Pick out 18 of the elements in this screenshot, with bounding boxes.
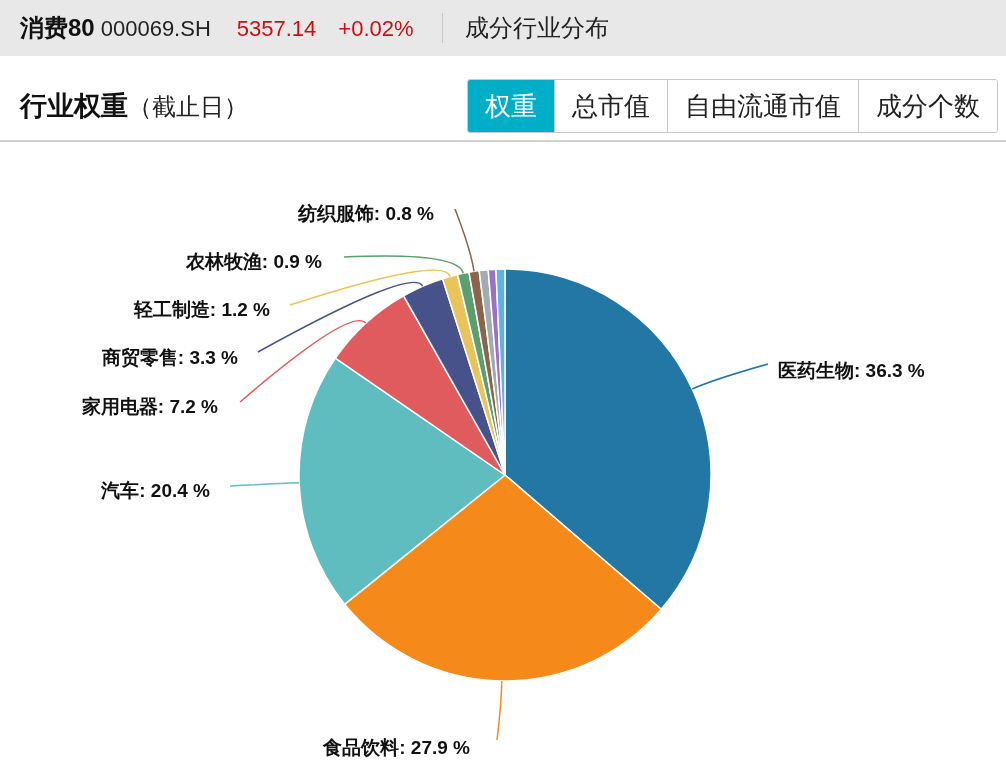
tab[interactable]: 成分个数 <box>858 80 997 132</box>
slice-label: 商贸零售: 3.3 % <box>101 347 238 368</box>
slice-label: 食品饮料: 27.9 % <box>323 737 470 758</box>
slice-label: 轻工制造: 1.2 % <box>133 299 270 320</box>
section-note: （截止日） <box>128 91 248 122</box>
leader-line <box>496 680 503 741</box>
slice-label: 汽车: 20.4 % <box>101 480 210 501</box>
slice-label: 农林牧渔: 0.9 % <box>185 251 322 272</box>
slice-label: 医药生物: 36.3 % <box>778 360 925 381</box>
price-change: +0.02% <box>338 14 414 43</box>
leader-line <box>229 482 300 487</box>
section-title: 行业权重 <box>20 89 128 123</box>
index-price: 5357.14 <box>236 14 317 43</box>
slice-label: 家用电器: 7.2 % <box>81 396 218 417</box>
page-title: 成分行业分布 <box>464 13 609 43</box>
slice-label: 纺织服饰: 0.8 % <box>297 203 434 224</box>
index-code: 000069.SH <box>100 15 211 43</box>
index-name: 消费80 <box>20 13 95 43</box>
